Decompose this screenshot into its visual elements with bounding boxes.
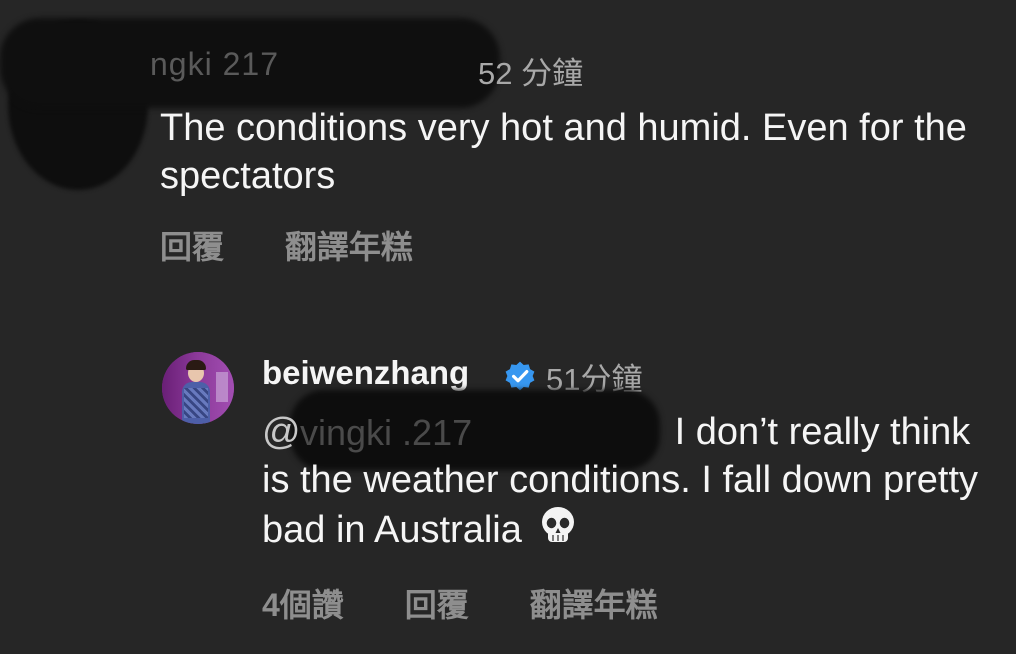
likes-count-button[interactable]: 4個讚: [262, 587, 344, 623]
skull-emoji-icon: [541, 507, 574, 542]
avatar-person-hair: [186, 360, 206, 370]
comment-timestamp: 52 分鐘: [478, 56, 584, 91]
mention-prefix[interactable]: @: [262, 411, 301, 453]
reply-actions: 4個讚 回覆 翻譯年糕: [262, 580, 710, 626]
reply-button[interactable]: 回覆: [160, 229, 224, 265]
redacted-username-text: ngki 217: [150, 46, 279, 82]
avatar[interactable]: [162, 352, 234, 424]
comment-text: The conditions very hot and humid. Even …: [160, 107, 967, 197]
avatar-sign: [216, 372, 228, 402]
username-link[interactable]: beiwenzhang: [262, 354, 469, 392]
verified-badge-icon: [505, 361, 535, 391]
avatar-dress-pattern: [184, 388, 208, 418]
translate-button[interactable]: 翻譯年糕: [530, 587, 658, 623]
comment-2: beiwenzhang 51分鐘 vingki .217 @ I don’t re…: [0, 340, 1016, 654]
reply-body-text: I don’t really think is the weather cond…: [262, 411, 979, 551]
reply-button[interactable]: 回覆: [405, 587, 469, 623]
reply-text: @ I don’t really think is the weather con…: [262, 408, 1002, 554]
comment-actions: 回覆 翻譯年糕: [160, 222, 465, 268]
comment-1: ngki 217 52 分鐘 The conditions very hot a…: [0, 0, 1016, 300]
translate-button[interactable]: 翻譯年糕: [285, 229, 413, 265]
